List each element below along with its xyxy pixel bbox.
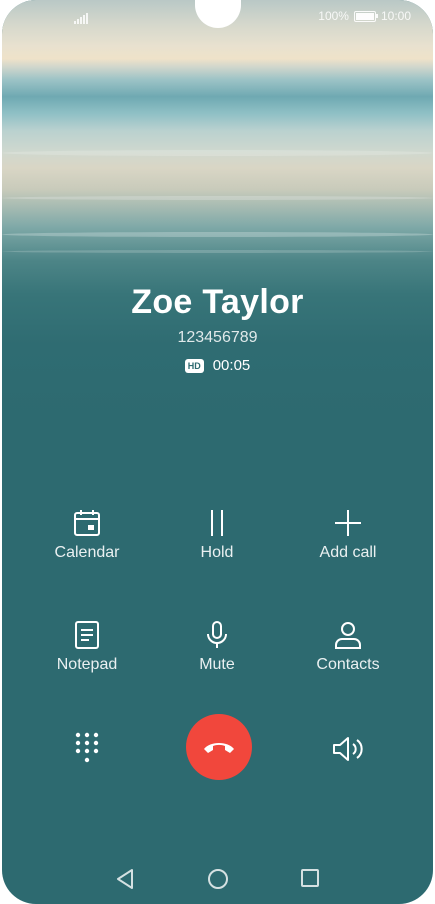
microphone-icon: [207, 621, 227, 648]
calendar-icon: [74, 510, 100, 536]
hold-label: Hold: [200, 544, 234, 561]
recents-button[interactable]: [300, 868, 320, 893]
calendar-label: Calendar: [54, 544, 120, 561]
speaker-button[interactable]: [332, 736, 366, 767]
notepad-label: Notepad: [56, 656, 118, 673]
hd-badge: HD: [184, 358, 204, 373]
battery-icon: [353, 10, 378, 22]
mute-button[interactable]: Mute: [157, 620, 277, 674]
caller-name: Zoe Taylor: [131, 283, 304, 321]
speaker-icon: [333, 737, 363, 761]
end-call-button[interactable]: [186, 714, 252, 780]
end-call-icon: [204, 743, 234, 753]
calendar-button[interactable]: Calendar: [27, 508, 147, 562]
caller-number: 123456789: [177, 329, 258, 346]
back-button[interactable]: [115, 868, 135, 895]
navigation-bar: [2, 868, 433, 892]
contacts-button[interactable]: Contacts: [288, 620, 408, 674]
notepad-button[interactable]: Notepad: [27, 620, 147, 674]
dialpad-icon: [75, 732, 99, 763]
battery-fill: [355, 12, 374, 20]
mute-label: Mute: [199, 656, 235, 673]
back-icon: [117, 869, 133, 889]
dialpad-button[interactable]: [74, 731, 100, 772]
call-screen: 100% 10:00 Zoe Taylor 123456789 HD 00:05…: [2, 0, 433, 904]
contacts-label: Contacts: [316, 656, 380, 673]
hold-button[interactable]: Hold: [157, 508, 277, 562]
battery-percent: 100%: [318, 9, 349, 23]
home-icon: [208, 869, 228, 889]
add-call-label: Add call: [319, 544, 377, 561]
recents-icon: [301, 869, 319, 887]
call-timer-row: HD 00:05: [2, 357, 433, 374]
call-duration: 00:05: [212, 357, 251, 374]
plus-icon: [335, 510, 361, 536]
contact-icon: [335, 622, 361, 649]
add-call-button[interactable]: Add call: [288, 508, 408, 562]
status-time: 10:00: [380, 9, 411, 23]
home-button[interactable]: [207, 868, 229, 895]
notepad-icon: [75, 621, 99, 649]
signal-icon: [74, 8, 88, 24]
pause-icon: [211, 510, 223, 536]
status-right: 100% 10:00: [318, 8, 411, 24]
